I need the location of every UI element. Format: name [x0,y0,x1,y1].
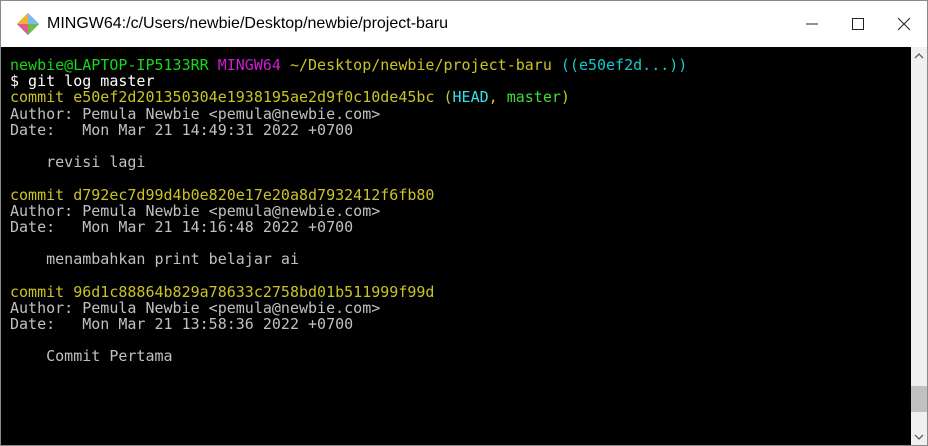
commit-hash: commit e50ef2d201350304e1938195ae2d9f0c1… [10,88,435,107]
commit-author: Author: Pemula Newbie <pemula@newbie.com… [10,201,381,220]
commit-hash: commit 96d1c88864b829a78633c2758bd01b511… [10,282,435,301]
prompt-line: newbie@LAPTOP-IP5133RR MINGW64 ~/Desktop… [10,57,911,73]
window-title: MINGW64:/c/Users/newbie/Desktop/newbie/p… [47,15,449,32]
minimize-icon[interactable] [789,1,835,47]
terminal-output[interactable]: newbie@LAPTOP-IP5133RR MINGW64 ~/Desktop… [1,47,911,445]
commit-line: commit e50ef2d201350304e1938195ae2d9f0c1… [10,89,911,105]
branch-ref: master [506,88,561,107]
ref-open: ( [434,88,453,107]
commit-message: Commit Pertama [10,347,173,366]
commit-author: Author: Pemula Newbie <pemula@newbie.com… [10,298,381,317]
ref-close: ) [560,88,570,107]
commit-date: Date: Mon Mar 21 14:16:48 2022 +0700 [10,217,354,236]
commit-date: Date: Mon Mar 21 14:49:31 2022 +0700 [10,120,354,139]
title-bar[interactable]: MINGW64:/c/Users/newbie/Desktop/newbie/p… [1,1,927,47]
git-bash-icon [15,11,41,37]
commit-author: Author: Pemula Newbie <pemula@newbie.com… [10,104,381,123]
commit-message: menambahkan print belajar ai [10,250,299,269]
vertical-scrollbar[interactable] [911,47,927,445]
terminal-window: MINGW64:/c/Users/newbie/Desktop/newbie/p… [0,0,928,446]
command-line: $ git log master [10,72,155,91]
commit-message: revisi lagi [10,153,146,172]
chevron-down-icon[interactable] [911,428,927,445]
commit-hash: commit d792ec7d99d4b0e820e17e20a8d793241… [10,185,435,204]
close-icon[interactable] [881,1,927,47]
ref-separator: , [488,88,507,107]
prompt-path: ~/Desktop/newbie/project-baru [289,56,552,74]
prompt-env: MINGW64 [217,56,281,74]
chevron-up-icon[interactable] [911,47,927,64]
window-controls [789,1,927,47]
prompt-branch: ((e50ef2d...)) [560,56,688,74]
maximize-icon[interactable] [835,1,881,47]
head-ref: HEAD [452,88,489,107]
commit-date: Date: Mon Mar 21 13:58:36 2022 +0700 [10,315,354,333]
scrollbar-thumb[interactable] [911,386,927,412]
